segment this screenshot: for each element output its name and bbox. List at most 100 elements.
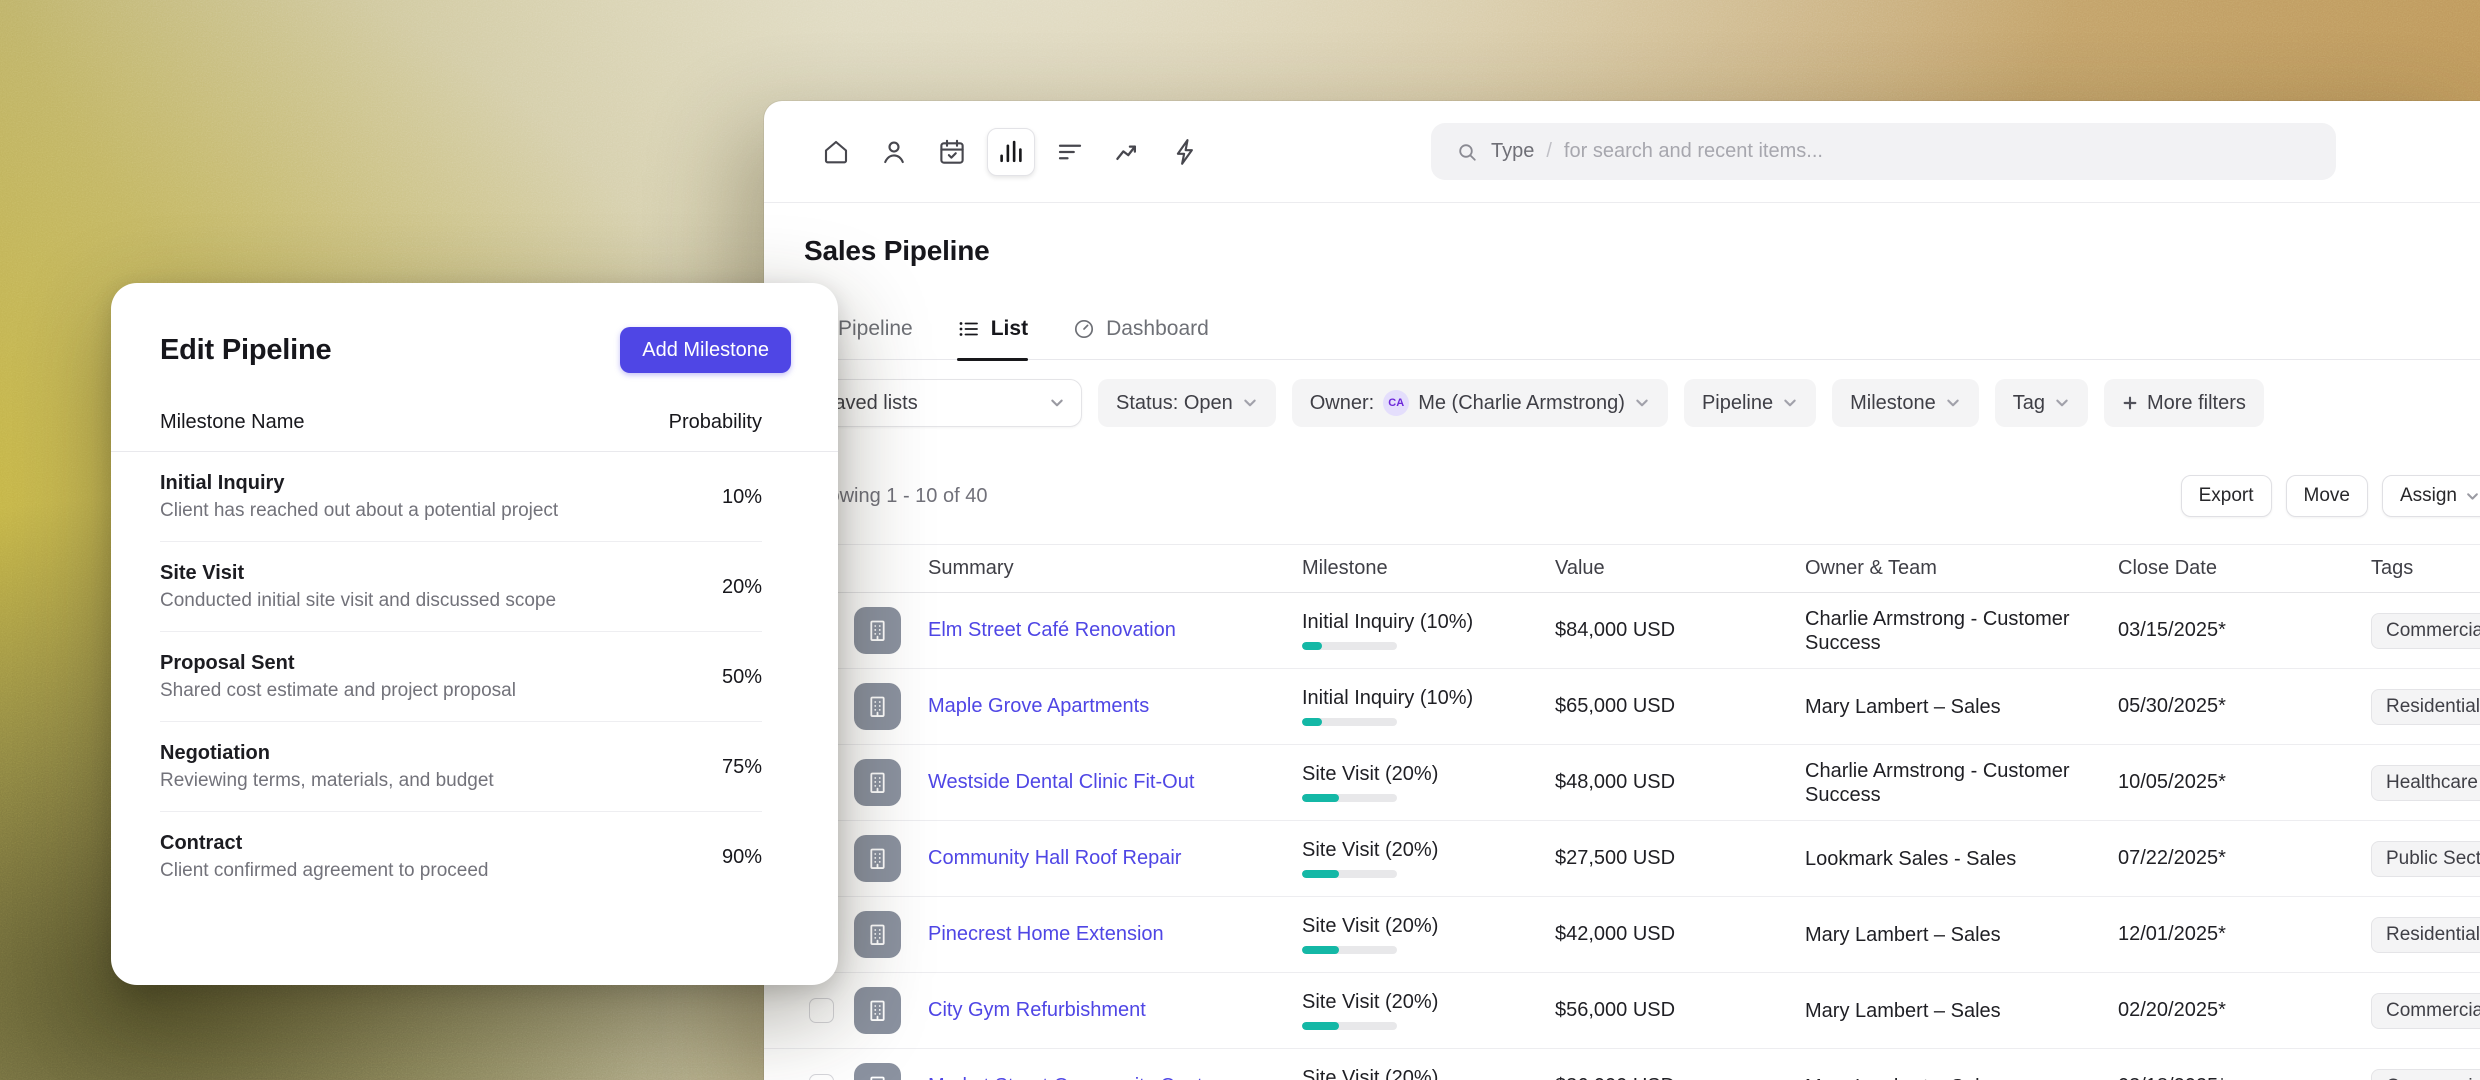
filter-chip-milestone[interactable]: Milestone <box>1832 379 1979 427</box>
milestone-label: Site Visit (20%) <box>1302 1067 1555 1080</box>
row-checkbox[interactable] <box>809 1074 834 1080</box>
move-button[interactable]: Move <box>2286 475 2368 517</box>
tag-chip: Commercial <box>2371 993 2480 1029</box>
close-date-cell: 05/30/2025* <box>2118 695 2371 718</box>
column-header[interactable]: Value <box>1555 557 1805 580</box>
filter-chip-owner[interactable]: Owner: CA Me (Charlie Armstrong) <box>1292 379 1668 427</box>
table-row[interactable]: Pinecrest Home Extension Site Visit (20%… <box>764 897 2480 973</box>
milestone-progress <box>1302 1022 1397 1030</box>
filter-lines-icon[interactable] <box>1047 129 1093 175</box>
assign-button[interactable]: Assign <box>2382 475 2480 517</box>
column-header[interactable]: Milestone <box>1302 557 1555 580</box>
owner-cell: Mary Lambert – Sales <box>1805 695 2118 719</box>
owner-cell: Mary Lambert – Sales <box>1805 923 2118 947</box>
tab-list[interactable]: List <box>957 317 1028 359</box>
global-search[interactable]: Type / for search and recent items... <box>1431 123 2336 180</box>
milestone-label: Site Visit (20%) <box>1302 991 1555 1014</box>
filter-chip-status[interactable]: Status: Open <box>1098 379 1276 427</box>
record-link[interactable]: Pinecrest Home Extension <box>928 923 1164 945</box>
view-tabs: Pipeline List Dashboard <box>764 317 2480 360</box>
value-cell: $48,000 USD <box>1555 771 1805 794</box>
record-link[interactable]: Maple Grove Apartments <box>928 695 1149 717</box>
milestone-row[interactable]: Proposal Sent Shared cost estimate and p… <box>160 632 762 722</box>
record-link[interactable]: City Gym Refurbishment <box>928 999 1146 1021</box>
column-header[interactable]: Close Date <box>2118 557 2371 580</box>
add-milestone-button[interactable]: Add Milestone <box>620 327 791 373</box>
record-link[interactable]: Westside Dental Clinic Fit-Out <box>928 771 1194 793</box>
record-link[interactable]: Community Hall Roof Repair <box>928 847 1181 869</box>
row-checkbox[interactable] <box>809 998 834 1023</box>
milestone-row[interactable]: Contract Client confirmed agreement to p… <box>160 812 762 901</box>
milestone-description: Client confirmed agreement to proceed <box>160 860 488 882</box>
table-row[interactable]: Elm Street Café Renovation Initial Inqui… <box>764 593 2480 669</box>
home-icon[interactable] <box>813 129 859 175</box>
person-icon[interactable] <box>871 129 917 175</box>
filter-chip-tag[interactable]: Tag <box>1995 379 2088 427</box>
table-row[interactable]: Westside Dental Clinic Fit-Out Site Visi… <box>764 745 2480 821</box>
milestone-probability: 20% <box>722 576 762 599</box>
export-button[interactable]: Export <box>2181 475 2272 517</box>
close-date-cell: 12/01/2025* <box>2118 923 2371 946</box>
table-row[interactable]: Maple Grove Apartments Initial Inquiry (… <box>764 669 2480 745</box>
table-header: Summary Milestone Value Owner & Team Clo… <box>764 544 2480 593</box>
tag-chip: Residential <box>2371 689 2480 725</box>
bar-chart-icon[interactable] <box>987 128 1035 176</box>
close-date-cell: 02/20/2025* <box>2118 999 2371 1022</box>
milestone-description: Shared cost estimate and project proposa… <box>160 680 516 702</box>
close-date-cell: 10/05/2025* <box>2118 771 2371 794</box>
close-date-cell: 07/22/2025* <box>2118 847 2371 870</box>
tab-dashboard[interactable]: Dashboard <box>1072 317 1209 359</box>
table-row[interactable]: Community Hall Roof Repair Site Visit (2… <box>764 821 2480 897</box>
value-cell: $42,000 USD <box>1555 923 1805 946</box>
owner-cell: Mary Lambert – Sales <box>1805 1075 2118 1080</box>
milestone-label: Site Visit (20%) <box>1302 839 1555 862</box>
milestone-row[interactable]: Negotiation Reviewing terms, materials, … <box>160 722 762 812</box>
modal-header: Edit Pipeline Add Milestone <box>111 283 838 373</box>
milestone-probability: 75% <box>722 756 762 779</box>
calendar-check-icon[interactable] <box>929 129 975 175</box>
value-cell: $65,000 USD <box>1555 695 1805 718</box>
milestone-name: Contract <box>160 832 488 855</box>
line-chart-icon[interactable] <box>1105 129 1151 175</box>
tag-chip: Commercial <box>2371 613 2480 649</box>
milestone-name: Site Visit <box>160 562 556 585</box>
filter-chip-pipeline[interactable]: Pipeline <box>1684 379 1816 427</box>
tab-label: Pipeline <box>838 317 913 341</box>
saved-lists-select[interactable]: Saved lists <box>804 379 1082 427</box>
more-filters-button[interactable]: More filters <box>2104 379 2264 427</box>
edit-pipeline-modal: Edit Pipeline Add Milestone Milestone Na… <box>111 283 838 985</box>
owner-cell: Charlie Armstrong - Customer Success <box>1805 607 2118 655</box>
column-header[interactable]: Summary <box>928 557 1302 580</box>
owner-cell: Lookmark Sales - Sales <box>1805 847 2118 871</box>
list-icon <box>957 317 981 341</box>
milestone-list: Initial Inquiry Client has reached out a… <box>111 452 838 901</box>
page-title: Sales Pipeline <box>804 233 2480 269</box>
milestone-row[interactable]: Initial Inquiry Client has reached out a… <box>160 452 762 542</box>
tab-label: List <box>991 317 1028 341</box>
milestone-probability: 10% <box>722 486 762 509</box>
milestone-description: Conducted initial site visit and discuss… <box>160 590 556 612</box>
dashboard-icon <box>1072 317 1096 341</box>
milestone-description: Client has reached out about a potential… <box>160 500 558 522</box>
search-type-label: Type <box>1491 140 1534 163</box>
chevron-down-icon <box>1634 395 1650 411</box>
milestone-progress <box>1302 718 1397 726</box>
milestone-probability: 50% <box>722 666 762 689</box>
record-link[interactable]: Elm Street Café Renovation <box>928 619 1176 641</box>
column-header[interactable]: Tags <box>2371 557 2480 580</box>
table-row[interactable]: Market Street Community Centre Site Visi… <box>764 1049 2480 1080</box>
milestone-row[interactable]: Site Visit Conducted initial site visit … <box>160 542 762 632</box>
crm-app-window: Type / for search and recent items... Sa… <box>764 101 2480 1080</box>
filter-bar: Saved lists Status: Open Owner: CA Me (C… <box>804 379 2480 427</box>
close-date-cell: 03/15/2025* <box>2118 619 2371 642</box>
table-row[interactable]: City Gym Refurbishment Site Visit (20%) … <box>764 973 2480 1049</box>
zap-icon[interactable] <box>1163 129 1209 175</box>
chevron-down-icon <box>1242 395 1258 411</box>
assign-label: Assign <box>2400 485 2457 507</box>
milestone-label: Initial Inquiry (10%) <box>1302 687 1555 710</box>
milestone-progress <box>1302 794 1397 802</box>
value-cell: $36,000 USD <box>1555 1075 1805 1080</box>
record-link[interactable]: Market Street Community Centre <box>928 1075 1220 1080</box>
column-header[interactable]: Owner & Team <box>1805 557 2118 580</box>
search-icon <box>1455 140 1479 164</box>
